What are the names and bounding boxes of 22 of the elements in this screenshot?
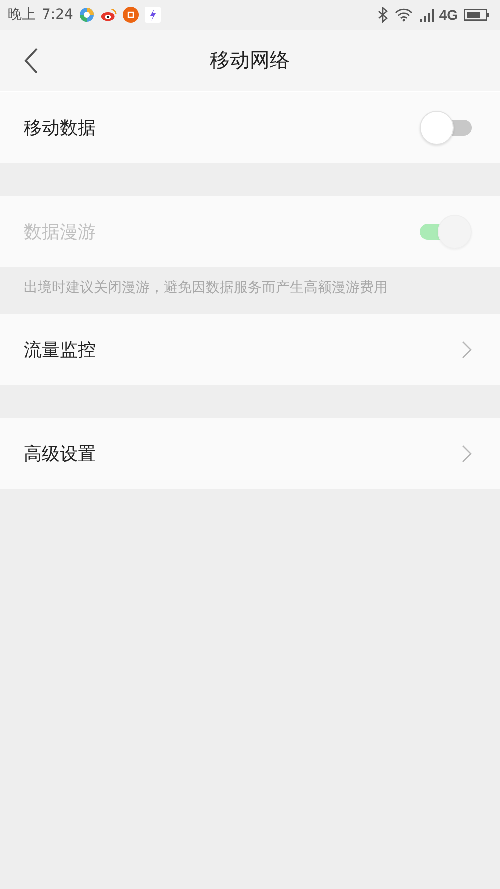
toggle-switch[interactable]: [420, 110, 472, 144]
bluetooth-icon: [377, 7, 390, 23]
hint-text: 出境时建议关闭漫游，避免因数据服务而产生高额漫游费用: [23, 279, 389, 298]
setting-row[interactable]: 流量监控: [0, 314, 500, 385]
setting-label: 数据漫游: [24, 220, 96, 244]
setting-row[interactable]: 移动数据: [0, 92, 500, 163]
square-notification-icon: [123, 7, 140, 23]
chevron-right-icon: [462, 340, 472, 358]
battery-icon: [464, 9, 490, 21]
eye-notification-icon: [101, 7, 118, 23]
setting-row[interactable]: 高级设置: [0, 418, 500, 489]
clock-time: 7:24: [42, 7, 74, 23]
time-period: 晚上: [8, 6, 36, 24]
chevron-right-icon: [462, 444, 472, 462]
app-notification-icon: [79, 7, 96, 23]
page-title: 移动网络: [210, 47, 290, 74]
wifi-icon: [395, 8, 414, 22]
setting-label: 高级设置: [24, 442, 96, 466]
setting-label: 移动数据: [24, 116, 96, 140]
network-type: 4G: [439, 7, 458, 23]
setting-label: 流量监控: [24, 338, 96, 362]
bolt-notification-icon: [145, 7, 162, 23]
